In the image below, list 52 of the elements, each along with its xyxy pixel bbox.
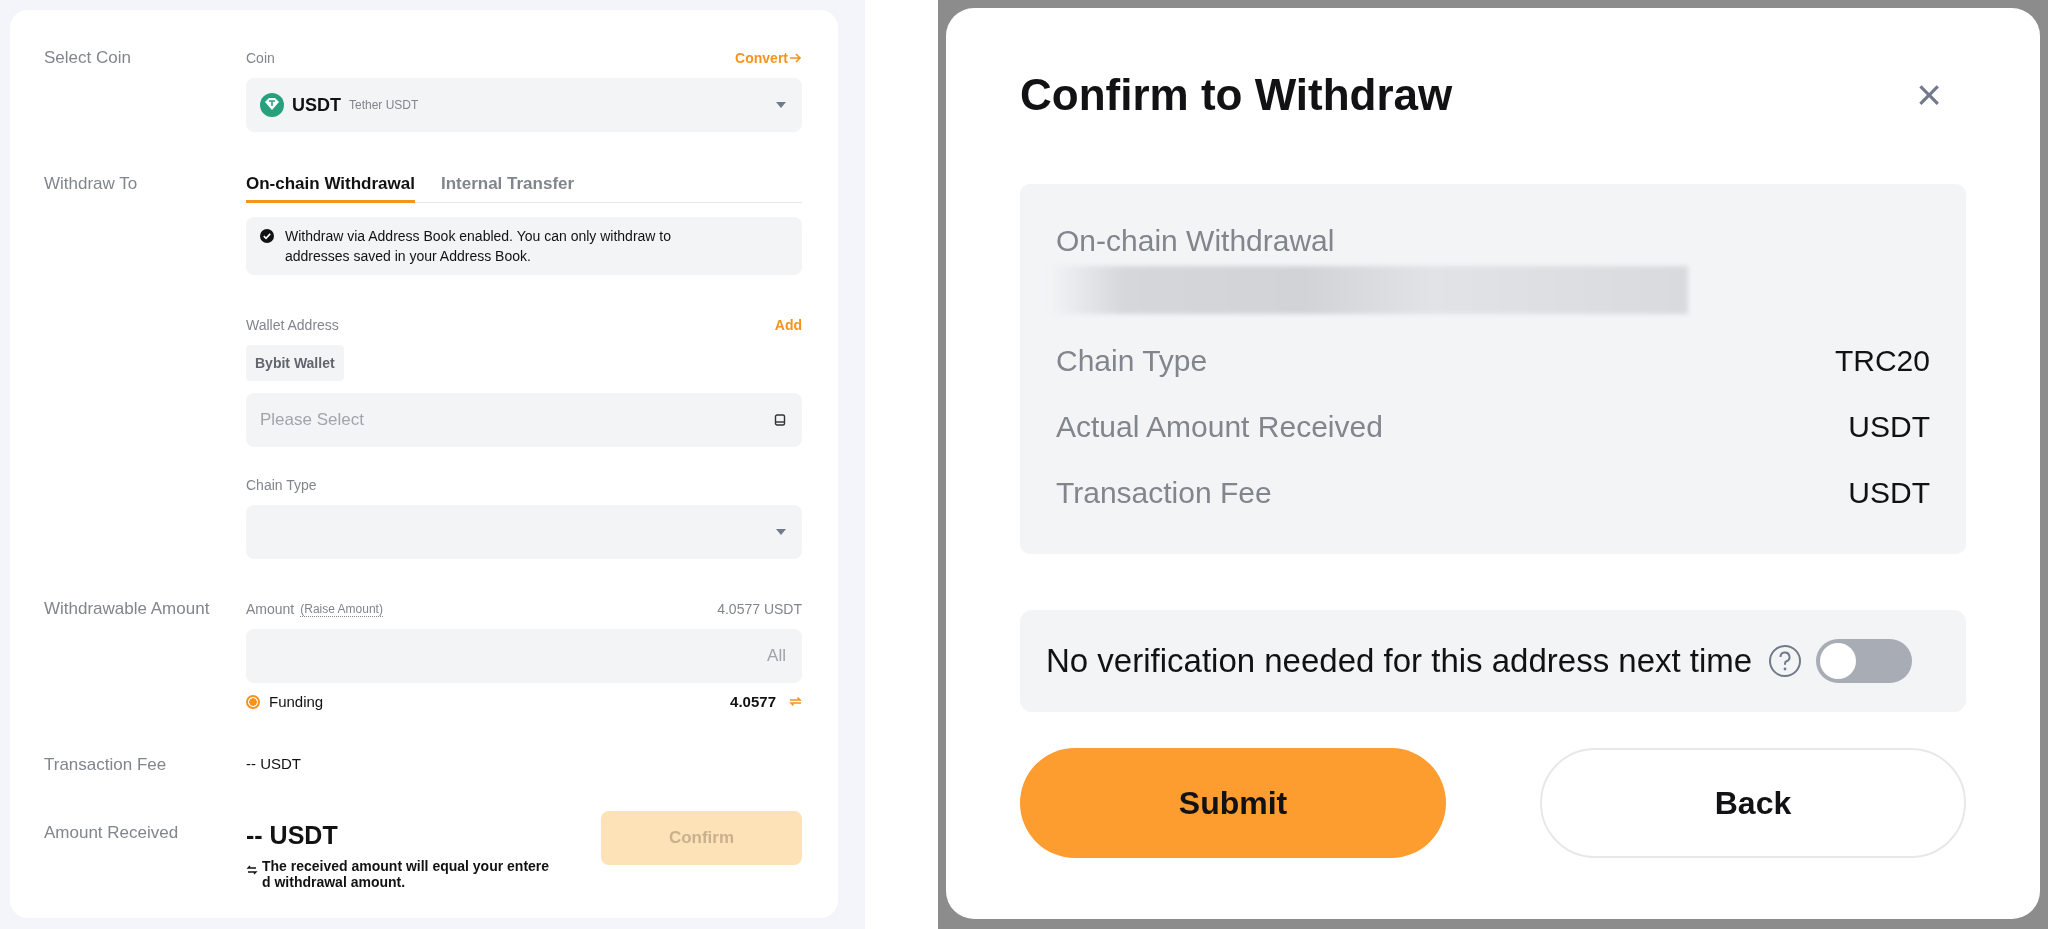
raise-amount-link[interactable]: (Raise Amount) (300, 601, 383, 617)
fee-value: -- USDT (246, 755, 302, 772)
received-amount: -- USDT (246, 821, 339, 850)
field-label: Chain Type (246, 477, 317, 493)
summary-value: USDT (1848, 410, 1930, 444)
book-icon (774, 414, 786, 426)
transfer-icon[interactable] (789, 695, 802, 708)
caret-icon (776, 528, 786, 536)
close-button[interactable]: × (1916, 70, 1942, 120)
all-button[interactable]: All (767, 646, 786, 666)
convert-link[interactable]: Convert (735, 50, 802, 66)
verification-text: No verification needed for this address next time (1046, 642, 1753, 680)
coin-dropdown[interactable]: USDT Tether USDT (246, 78, 802, 132)
summary-label: Actual Amount Received (1056, 410, 1383, 444)
coin-symbol: USDT (292, 94, 341, 116)
summary-value: TRC20 (1834, 344, 1930, 378)
note-text: The received amount will equal your entere d withdrawal amount. (262, 858, 551, 890)
tab[interactable]: Internal Transfer (440, 174, 575, 203)
radio-button[interactable] (246, 694, 260, 709)
notice-text: Withdraw via Address Book enabled. You can only withdraw to addresses saved in your Address Book. (285, 227, 672, 266)
tab[interactable]: On-chain Withdrawal (246, 174, 415, 203)
account-balance: 4.0577 (730, 693, 776, 710)
submit-button[interactable]: Submit (1020, 748, 1446, 858)
caret-icon (776, 101, 786, 109)
section-label: Transaction Fee (44, 755, 168, 775)
coin-icon (260, 93, 284, 117)
swap-icon (246, 864, 258, 876)
withdrawal-type: On-chain Withdrawal (1056, 224, 1336, 258)
section-label: Withdraw To (44, 174, 139, 195)
help-icon[interactable] (1768, 644, 1803, 678)
account-name: Funding (269, 693, 324, 710)
toggle-switch[interactable] (1816, 639, 1913, 683)
section-label: Withdrawable Amount (44, 599, 211, 620)
summary-value: USDT (1848, 476, 1930, 510)
address-field[interactable]: Please Select (246, 393, 802, 447)
add-link[interactable]: Add (774, 317, 802, 333)
available-amount: 4.0577 USDT (717, 601, 802, 617)
field-label: Amount (246, 601, 295, 617)
back-button[interactable]: Back (1540, 748, 1966, 858)
section-label: Select Coin (44, 48, 132, 69)
amount-field[interactable]: All (246, 629, 802, 683)
section-label: Amount Received (44, 823, 180, 844)
coin-name: Tether USDT (349, 98, 419, 112)
field-label: Coin (246, 50, 275, 66)
arrow-icon (789, 52, 802, 64)
summary-label: Chain Type (1056, 344, 1208, 378)
dialog-title: Confirm to Withdraw (1020, 70, 1453, 120)
field-label: Wallet Address (246, 317, 339, 333)
summary-label: Transaction Fee (1056, 476, 1272, 510)
address-input[interactable]: Please Select (260, 410, 774, 430)
check-circle-icon (260, 229, 274, 243)
wallet-chip[interactable]: Bybit Wallet (246, 345, 344, 381)
